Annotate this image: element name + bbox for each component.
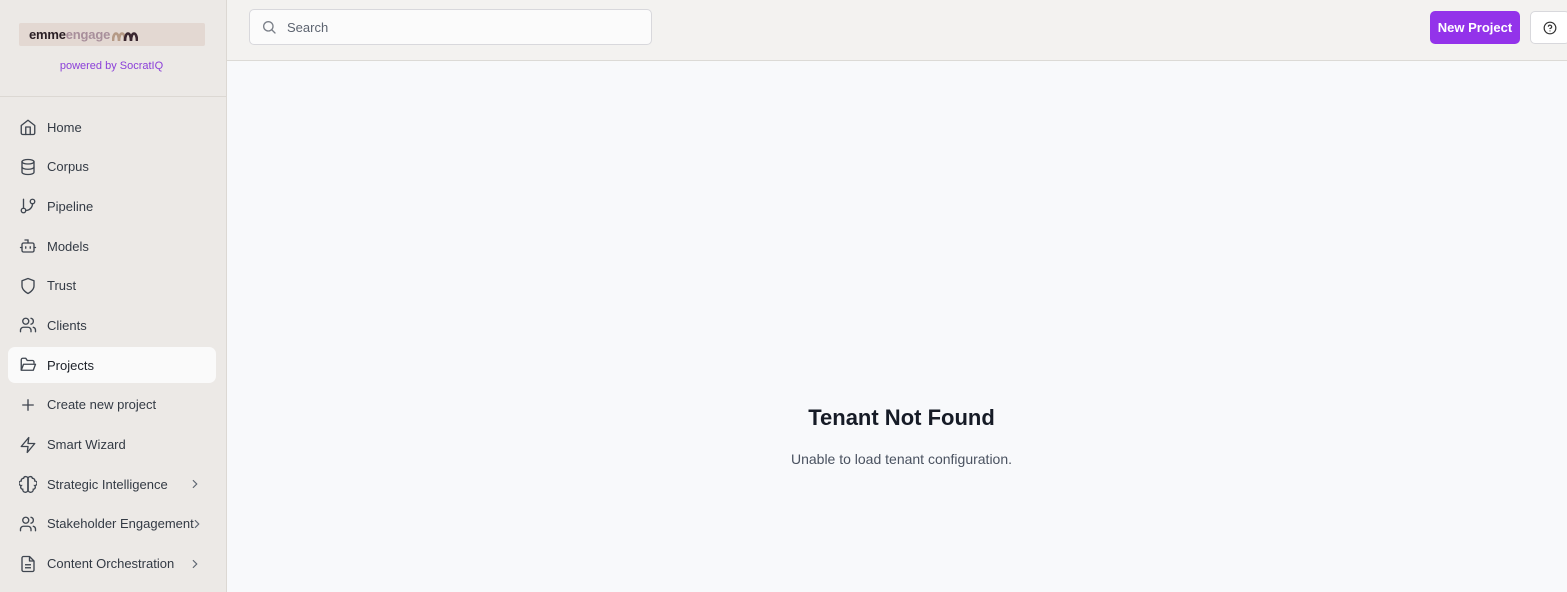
shield-icon [19, 277, 37, 295]
search-box[interactable] [249, 9, 652, 45]
new-project-button[interactable]: New Project [1430, 11, 1520, 44]
sidebar-item-label: Stakeholder Engagement [47, 516, 194, 532]
sidebar-item-label: Clients [47, 317, 87, 333]
chevron-right-icon[interactable] [188, 556, 202, 572]
git-branch-icon [19, 197, 37, 215]
brand-area: emme engage powered by SocratIQ [0, 0, 226, 97]
app-root: emme engage powered by SocratIQ Home Corp… [0, 0, 1567, 592]
sidebar-item-label: Home [47, 119, 82, 135]
sidebar: emme engage powered by SocratIQ Home Corp… [0, 0, 227, 592]
sidebar-item-content-orchestration[interactable]: Content Orchestration [8, 546, 216, 582]
main-content: Tenant Not Found Unable to load tenant c… [227, 62, 1567, 592]
file-text-icon [19, 555, 37, 573]
top-bar: New Project [227, 0, 1567, 61]
sidebar-item-label: Create new project [47, 397, 157, 413]
sidebar-item-label: Strategic Intelligence [47, 476, 168, 492]
sidebar-item-label: Pipeline [47, 198, 94, 214]
bot-icon [19, 237, 37, 255]
users-icon [19, 515, 37, 533]
chevron-right-icon[interactable] [190, 516, 204, 532]
powered-by-text: powered by SocratIQ [59, 60, 164, 72]
sidebar-item-smart-wizard[interactable]: Smart Wizard [8, 427, 216, 463]
error-title: Tenant Not Found [808, 405, 995, 430]
logo-word-engage: engage [65, 27, 111, 42]
home-icon [19, 118, 37, 136]
database-icon [19, 158, 37, 176]
sidebar-item-create-new-project[interactable]: Create new project [8, 387, 216, 423]
sidebar-item-label: Projects [47, 357, 94, 373]
error-message: Unable to load tenant configuration. [790, 451, 1013, 467]
sidebar-item-models[interactable]: Models [8, 228, 216, 264]
chevron-right-icon[interactable] [188, 476, 202, 492]
zap-icon [19, 436, 37, 454]
help-circle-icon [1543, 21, 1557, 34]
plus-icon [19, 396, 37, 414]
sidebar-item-stakeholder-engagement[interactable]: Stakeholder Engagement [8, 506, 216, 542]
sidebar-item-projects[interactable]: Projects [8, 347, 216, 384]
sidebar-item-label: Content Orchestration [47, 556, 175, 572]
logo-word-emme: emme [29, 27, 66, 42]
sidebar-item-corpus[interactable]: Corpus [8, 149, 216, 185]
sidebar-nav: Home Corpus Pipeline Models Trust Client… [8, 109, 216, 585]
logo-mark-icon [112, 31, 139, 41]
sidebar-item-clients[interactable]: Clients [8, 307, 216, 343]
brand-logo[interactable]: emme engage [19, 23, 205, 46]
help-button[interactable] [1530, 11, 1567, 44]
sidebar-item-pipeline[interactable]: Pipeline [8, 188, 216, 224]
sidebar-item-label: Smart Wizard [47, 437, 126, 452]
sidebar-item-trust[interactable]: Trust [8, 268, 216, 304]
sidebar-item-label: Trust [47, 278, 77, 294]
folder-open-icon [19, 356, 37, 374]
brain-icon [19, 475, 37, 494]
sidebar-item-strategic-intelligence[interactable]: Strategic Intelligence [8, 466, 216, 502]
search-input[interactable] [287, 19, 627, 35]
sidebar-item-label: Corpus [47, 159, 89, 175]
search-icon [261, 19, 277, 35]
users-icon [19, 316, 37, 334]
sidebar-item-label: Models [47, 238, 89, 254]
sidebar-item-home[interactable]: Home [8, 109, 216, 145]
